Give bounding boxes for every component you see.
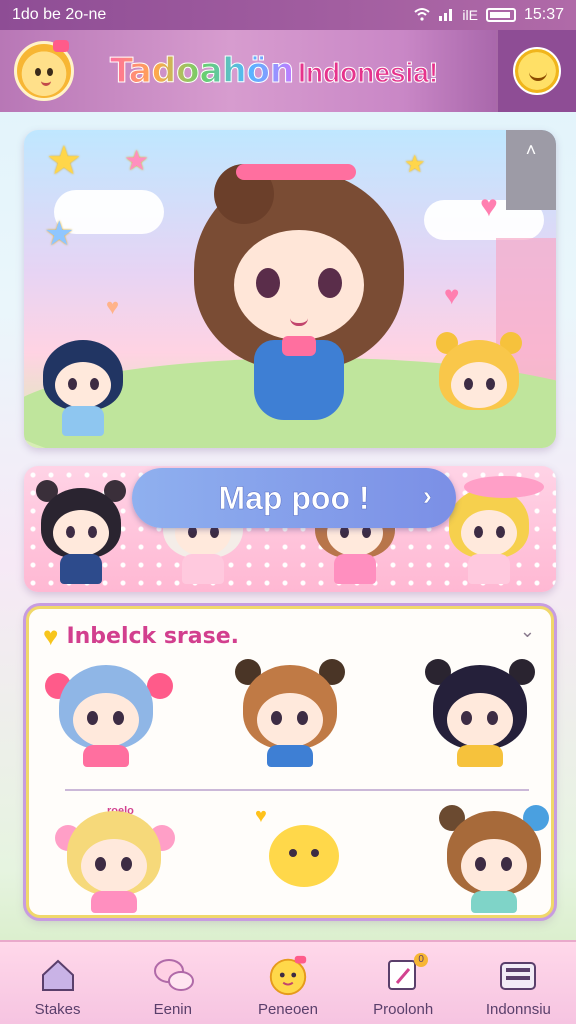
panel-divider <box>65 789 529 791</box>
app-header: Tadoahön Indonesia! <box>0 30 576 112</box>
character-card[interactable] <box>55 805 175 915</box>
nav-label: Indonnsiu <box>485 1001 551 1018</box>
nav-label: Peneoen <box>257 1001 318 1018</box>
star-icon: ★ <box>44 215 75 253</box>
status-indicators: ilE 15:37 <box>414 6 564 24</box>
star-icon: ★ <box>124 145 150 176</box>
character-card[interactable] <box>235 659 345 769</box>
side-character-right <box>434 332 524 440</box>
heart-icon: ♥ <box>444 280 460 310</box>
signal-icon <box>438 7 454 24</box>
app-title-sub: Indonesia! <box>298 57 439 89</box>
mascot-logo-icon[interactable] <box>14 40 74 101</box>
nav-item-stakes[interactable]: Stakes <box>3 953 113 1018</box>
map-open-button[interactable]: Map poo ! › <box>132 468 456 528</box>
battery-icon <box>485 8 516 22</box>
home-icon <box>36 953 80 997</box>
app-title: Tadoahön Indonesia! <box>109 51 439 92</box>
nav-label: Eenin <box>153 1001 192 1018</box>
hero-banner[interactable]: ★ ★ ★ ★ ♥ ♥ ♥ ˄ <box>24 130 556 448</box>
status-bar: 1do be 2o-ne ilE 15:37 <box>0 0 576 30</box>
status-carrier: 1do be 2o-ne <box>12 6 107 23</box>
hero-scroll-up-button[interactable]: ˄ <box>506 130 556 210</box>
side-character-left <box>38 340 128 440</box>
character-card[interactable] <box>425 659 535 769</box>
main-character <box>174 140 424 440</box>
heart-icon: ♥ <box>480 190 498 223</box>
banner-character <box>444 476 544 588</box>
banner-character <box>36 480 126 588</box>
wifi-icon <box>414 7 431 24</box>
star-icon: ★ <box>46 139 82 183</box>
panel-title: Inbelck srase. <box>66 624 239 649</box>
panel-header: ♥ Inbelck srase. <box>43 621 239 652</box>
nav-label: Stakes <box>34 1001 81 1018</box>
profile-button[interactable] <box>496 30 576 112</box>
mascot-icon <box>266 953 310 997</box>
bottom-nav: Stakes Eenin Peneoen 0 Proolonh Indonnsi… <box>0 940 576 1024</box>
nav-item-indonnsiu[interactable]: Indonnsiu <box>463 953 573 1018</box>
character-card[interactable] <box>45 659 173 769</box>
heart-icon: ♥ <box>106 294 120 319</box>
profile-avatar-icon <box>513 47 561 95</box>
character-card[interactable]: ♥ <box>249 805 359 915</box>
network-label: ilE <box>462 7 478 23</box>
nav-item-eenin[interactable]: Eenin <box>118 953 228 1018</box>
notification-badge: 0 <box>414 953 429 967</box>
chevron-right-icon: › <box>422 480 432 512</box>
keyboard-icon <box>496 953 540 997</box>
nav-item-proolonh[interactable]: 0 Proolonh <box>348 953 458 1018</box>
chat-bubble-icon <box>151 953 195 997</box>
chevron-down-icon[interactable]: ⌄ <box>520 621 535 642</box>
map-button-label: Map poo ! <box>218 479 370 516</box>
character-card[interactable] <box>439 805 549 915</box>
nav-item-peneoen[interactable]: Peneoen <box>233 953 343 1018</box>
app-title-main: Tadoahön <box>109 51 295 92</box>
heart-icon: ♥ <box>43 621 59 651</box>
nav-label: Proolonh <box>373 1001 434 1018</box>
unlock-panel: ♥ Inbelck srase. ⌄ roelo ♥ <box>26 606 554 918</box>
map-banner[interactable]: Map poo ! › <box>24 466 556 592</box>
status-time: 15:37 <box>523 6 564 23</box>
